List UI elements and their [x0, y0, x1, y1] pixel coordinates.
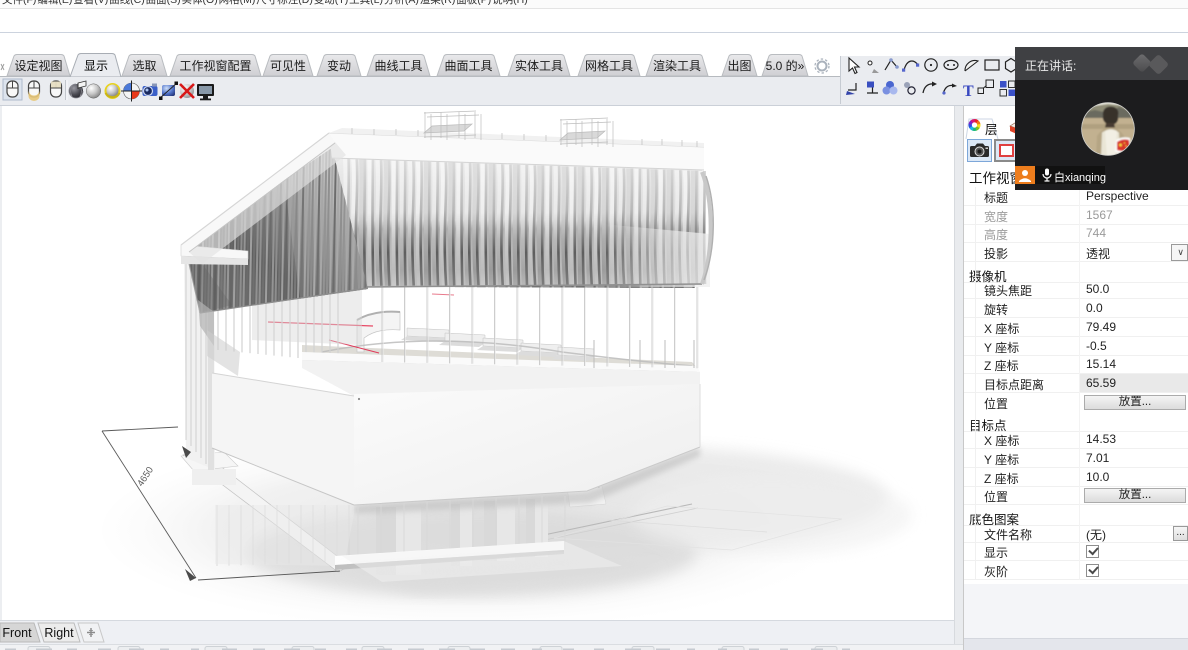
svg-text:出图: 出图: [727, 59, 751, 73]
svg-text:可见性: 可见性: [270, 59, 306, 73]
svg-text:实体工具: 实体工具: [515, 58, 563, 73]
svg-text:选取: 选取: [132, 59, 156, 73]
svg-text:显示: 显示: [84, 59, 108, 73]
svg-text:曲线工具: 曲线工具: [374, 59, 422, 73]
svg-text:T: T: [963, 83, 974, 100]
svg-text:设定视图: 设定视图: [14, 58, 62, 73]
svg-text:变动: 变动: [327, 58, 351, 73]
svg-text:Right: Right: [44, 626, 74, 640]
svg-text:曲面工具: 曲面工具: [444, 59, 492, 73]
svg-text:工作视窗配置: 工作视窗配置: [179, 58, 251, 73]
svg-text:网格工具: 网格工具: [585, 58, 633, 73]
svg-text:Front: Front: [2, 626, 32, 640]
svg-text:5.0 的»: 5.0 的»: [766, 58, 805, 73]
svg-text:渲染工具: 渲染工具: [653, 58, 701, 73]
